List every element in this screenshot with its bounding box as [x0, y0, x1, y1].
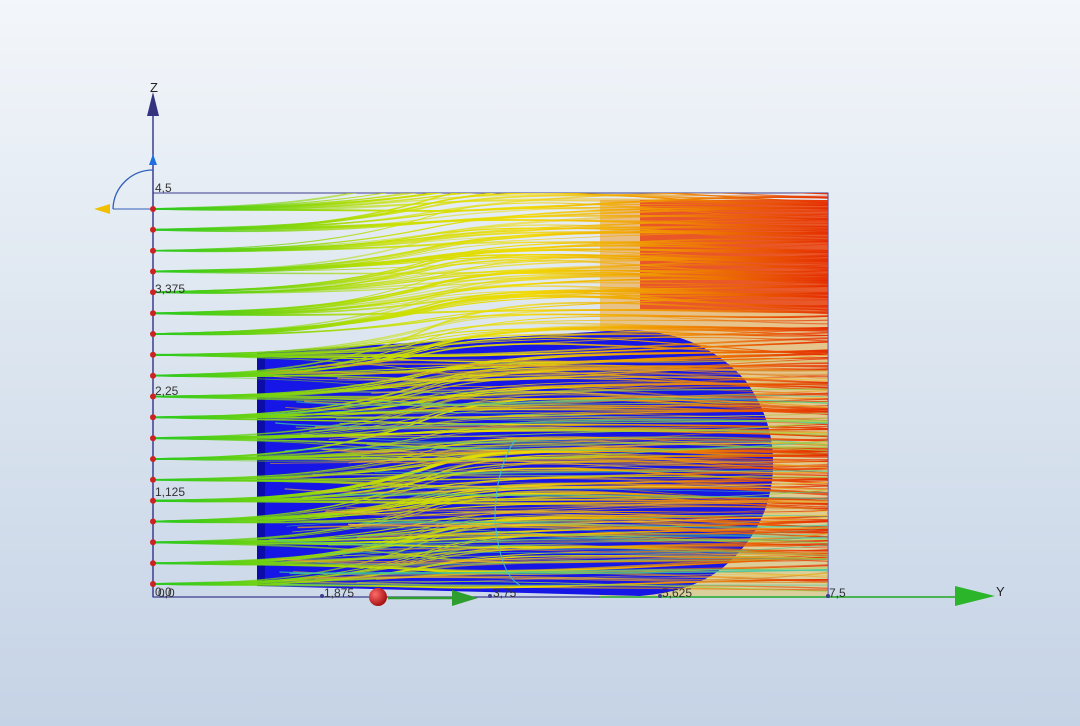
3d-viewport[interactable]: Z Y 4,5 3,375 2,25 1,125 0,0 0,0 1,875 3…	[0, 0, 1080, 726]
y-tick-0: 0,0	[158, 586, 175, 600]
z-axis-arrow-icon[interactable]	[147, 92, 159, 116]
z-tick-3-375: 3,375	[155, 282, 185, 296]
rotation-handle[interactable]	[94, 169, 154, 214]
gizmo-sphere-icon[interactable]	[369, 588, 387, 606]
inlet-node	[150, 310, 156, 317]
z-axis-label: Z	[150, 80, 158, 95]
y-axis-arrow-icon[interactable]	[955, 586, 995, 606]
z-tick-4-5: 4,5	[155, 181, 172, 195]
inlet-node	[150, 518, 156, 525]
y-tick-7-5: 7,5	[829, 586, 846, 600]
inlet-node	[150, 393, 156, 400]
gizmo-arrow-icon[interactable]	[452, 590, 478, 606]
inlet-node	[150, 456, 156, 462]
z-tick-2-25: 2,25	[155, 384, 179, 398]
inlet-node	[150, 539, 156, 546]
inlet-node	[150, 581, 156, 587]
y-tick-5-625: 5,625	[662, 586, 692, 600]
inlet-node	[150, 372, 156, 379]
inlet-node	[150, 435, 156, 442]
inlet-node	[150, 351, 156, 358]
z-tick-labels: 4,5 3,375 2,25 1,125 0,0	[155, 181, 185, 599]
y-tick-3-75: 3,75	[493, 586, 517, 600]
inlet-node	[150, 331, 156, 337]
inlet-node	[150, 226, 156, 233]
z-small-arrow-icon[interactable]	[149, 154, 157, 165]
inlet-node	[150, 247, 156, 254]
inlet-node	[150, 206, 156, 212]
inlet-node	[150, 268, 156, 275]
inlet-node	[150, 560, 156, 567]
inlet-node	[150, 497, 156, 504]
inlet-node	[150, 289, 156, 296]
inlet-node	[150, 476, 156, 483]
streamline	[279, 584, 828, 586]
y-tick-1-875: 1,875	[324, 586, 354, 600]
z-tick-1-125: 1,125	[155, 485, 185, 499]
y-axis-label: Y	[996, 584, 1005, 599]
rotation-arrow-icon[interactable]	[94, 204, 110, 214]
inlet-node	[150, 414, 156, 421]
